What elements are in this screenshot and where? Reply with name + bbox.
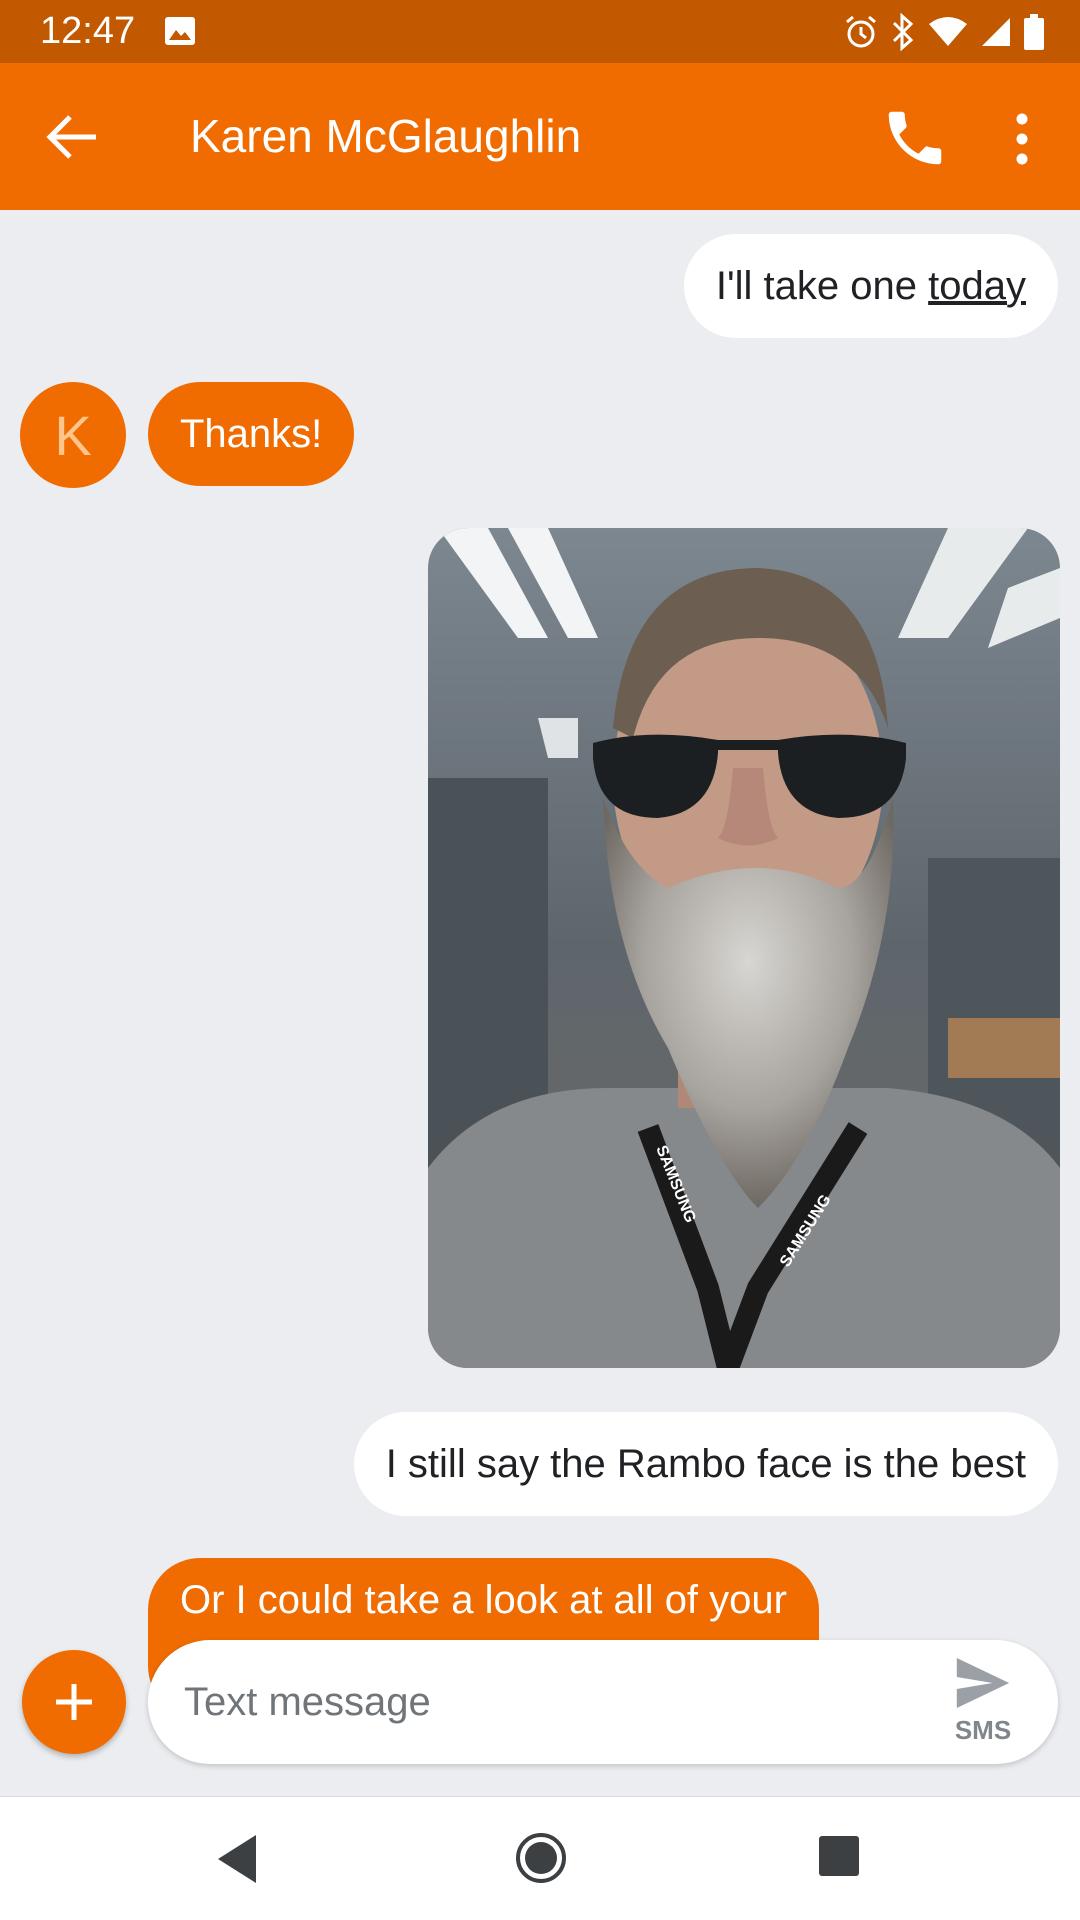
conversation[interactable]: I'll take one today K Thanks! SAMSUNG SA… [0,210,1080,1795]
app-bar: Karen McGlaughlin [0,63,1080,210]
avatar[interactable]: K [20,382,126,488]
send-label: SMS [954,1715,1012,1745]
message-outgoing[interactable]: I still say the Rambo face is the best [353,1412,1058,1516]
nav-back-icon [218,1835,256,1883]
message-image[interactable]: SAMSUNG SAMSUNG [428,528,1060,1368]
status-icons [844,10,1044,54]
status-time: 12:47 [40,10,136,52]
message-incoming[interactable]: Thanks! [148,382,355,486]
contact-name: Karen McGlaughlin [190,110,582,162]
send-button[interactable]: SMS [946,1658,1020,1748]
message-outgoing[interactable]: I'll take one today [683,234,1058,338]
wifi-icon [928,16,968,48]
back-arrow-icon [46,115,96,159]
message-link[interactable]: today [928,264,1026,309]
add-attachment-button[interactable] [22,1650,126,1754]
nav-home-icon [516,1833,566,1883]
message-text: I'll take one [715,263,929,308]
back-button[interactable] [40,105,104,169]
call-button[interactable] [880,103,950,173]
message-text: I still say the Rambo face is the best [385,1441,1026,1486]
nav-recents-icon [819,1836,859,1876]
more-vert-icon [1016,113,1028,165]
battery-icon [1024,14,1044,50]
photo-image: SAMSUNG SAMSUNG [428,528,1060,1368]
nav-home-button[interactable] [514,1831,568,1885]
alarm-icon [844,14,878,50]
nav-recents-button[interactable] [818,1835,860,1877]
nav-back-button[interactable] [214,1833,262,1885]
message-text: Or I could take a look at all of your [180,1578,787,1622]
message-text: Thanks! [180,411,323,456]
compose-bar: SMS [148,1640,1058,1764]
status-bar: 12:47 [0,0,1080,63]
gallery-icon [164,16,196,46]
phone-icon [888,111,942,165]
signal-icon [980,16,1012,48]
add-icon [56,1684,92,1720]
more-options-button[interactable] [1004,107,1040,171]
send-icon [956,1658,1010,1708]
bluetooth-icon [890,13,916,51]
navigation-bar [0,1796,1080,1920]
message-input[interactable] [184,1670,884,1734]
